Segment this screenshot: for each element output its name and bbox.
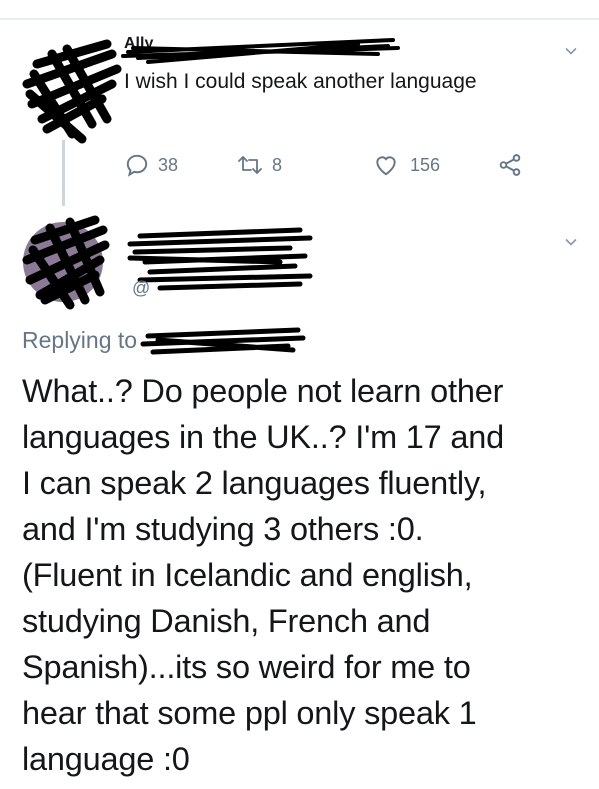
- reply-tweet-text: What..? Do people not learn other langua…: [22, 373, 505, 777]
- reply-author-handle: @: [132, 278, 151, 298]
- chevron-down-icon[interactable]: [565, 236, 577, 248]
- author-redaction-scribble: [121, 38, 400, 64]
- like-action[interactable]: 156: [372, 150, 440, 180]
- avatar-redacted: [22, 39, 122, 144]
- tweet-actions: 38 8 156: [124, 150, 544, 180]
- reply-icon: [126, 154, 148, 177]
- avatar-redacted: [22, 215, 110, 310]
- chevron-down-icon[interactable]: [565, 45, 577, 57]
- thread-connector: [62, 140, 65, 206]
- share-icon: [499, 154, 521, 176]
- replying-to-label: Replying to: [22, 327, 138, 353]
- share-action[interactable]: [496, 150, 524, 180]
- retweet-action[interactable]: 8: [236, 150, 282, 180]
- tweet-text: I wish I could speak another language: [124, 70, 477, 93]
- reply-target-redaction[interactable]: [138, 324, 308, 360]
- heart-icon: [376, 156, 396, 176]
- reply-count: 38: [158, 154, 179, 175]
- reply-action[interactable]: 38: [124, 150, 178, 180]
- retweet-icon: [238, 156, 262, 174]
- retweet-count: 8: [272, 154, 283, 175]
- top-divider: [0, 18, 599, 20]
- like-count: 156: [410, 154, 441, 175]
